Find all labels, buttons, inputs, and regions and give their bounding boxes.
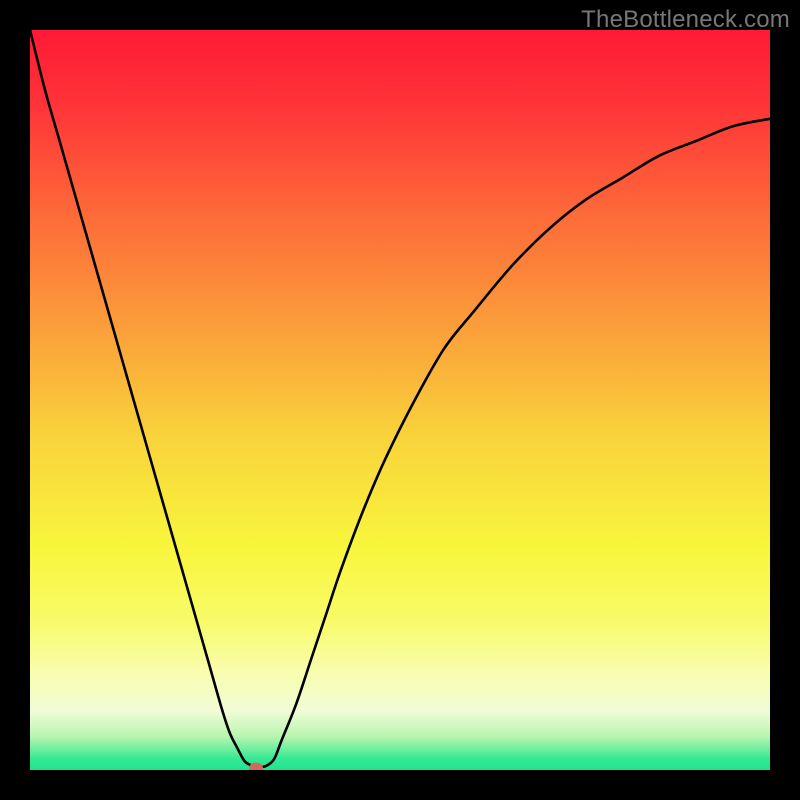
bottleneck-curve xyxy=(30,30,770,770)
chart-frame: TheBottleneck.com xyxy=(0,0,800,800)
watermark-text: TheBottleneck.com xyxy=(581,6,790,34)
plot-area xyxy=(30,30,770,770)
minimum-marker xyxy=(249,762,263,770)
